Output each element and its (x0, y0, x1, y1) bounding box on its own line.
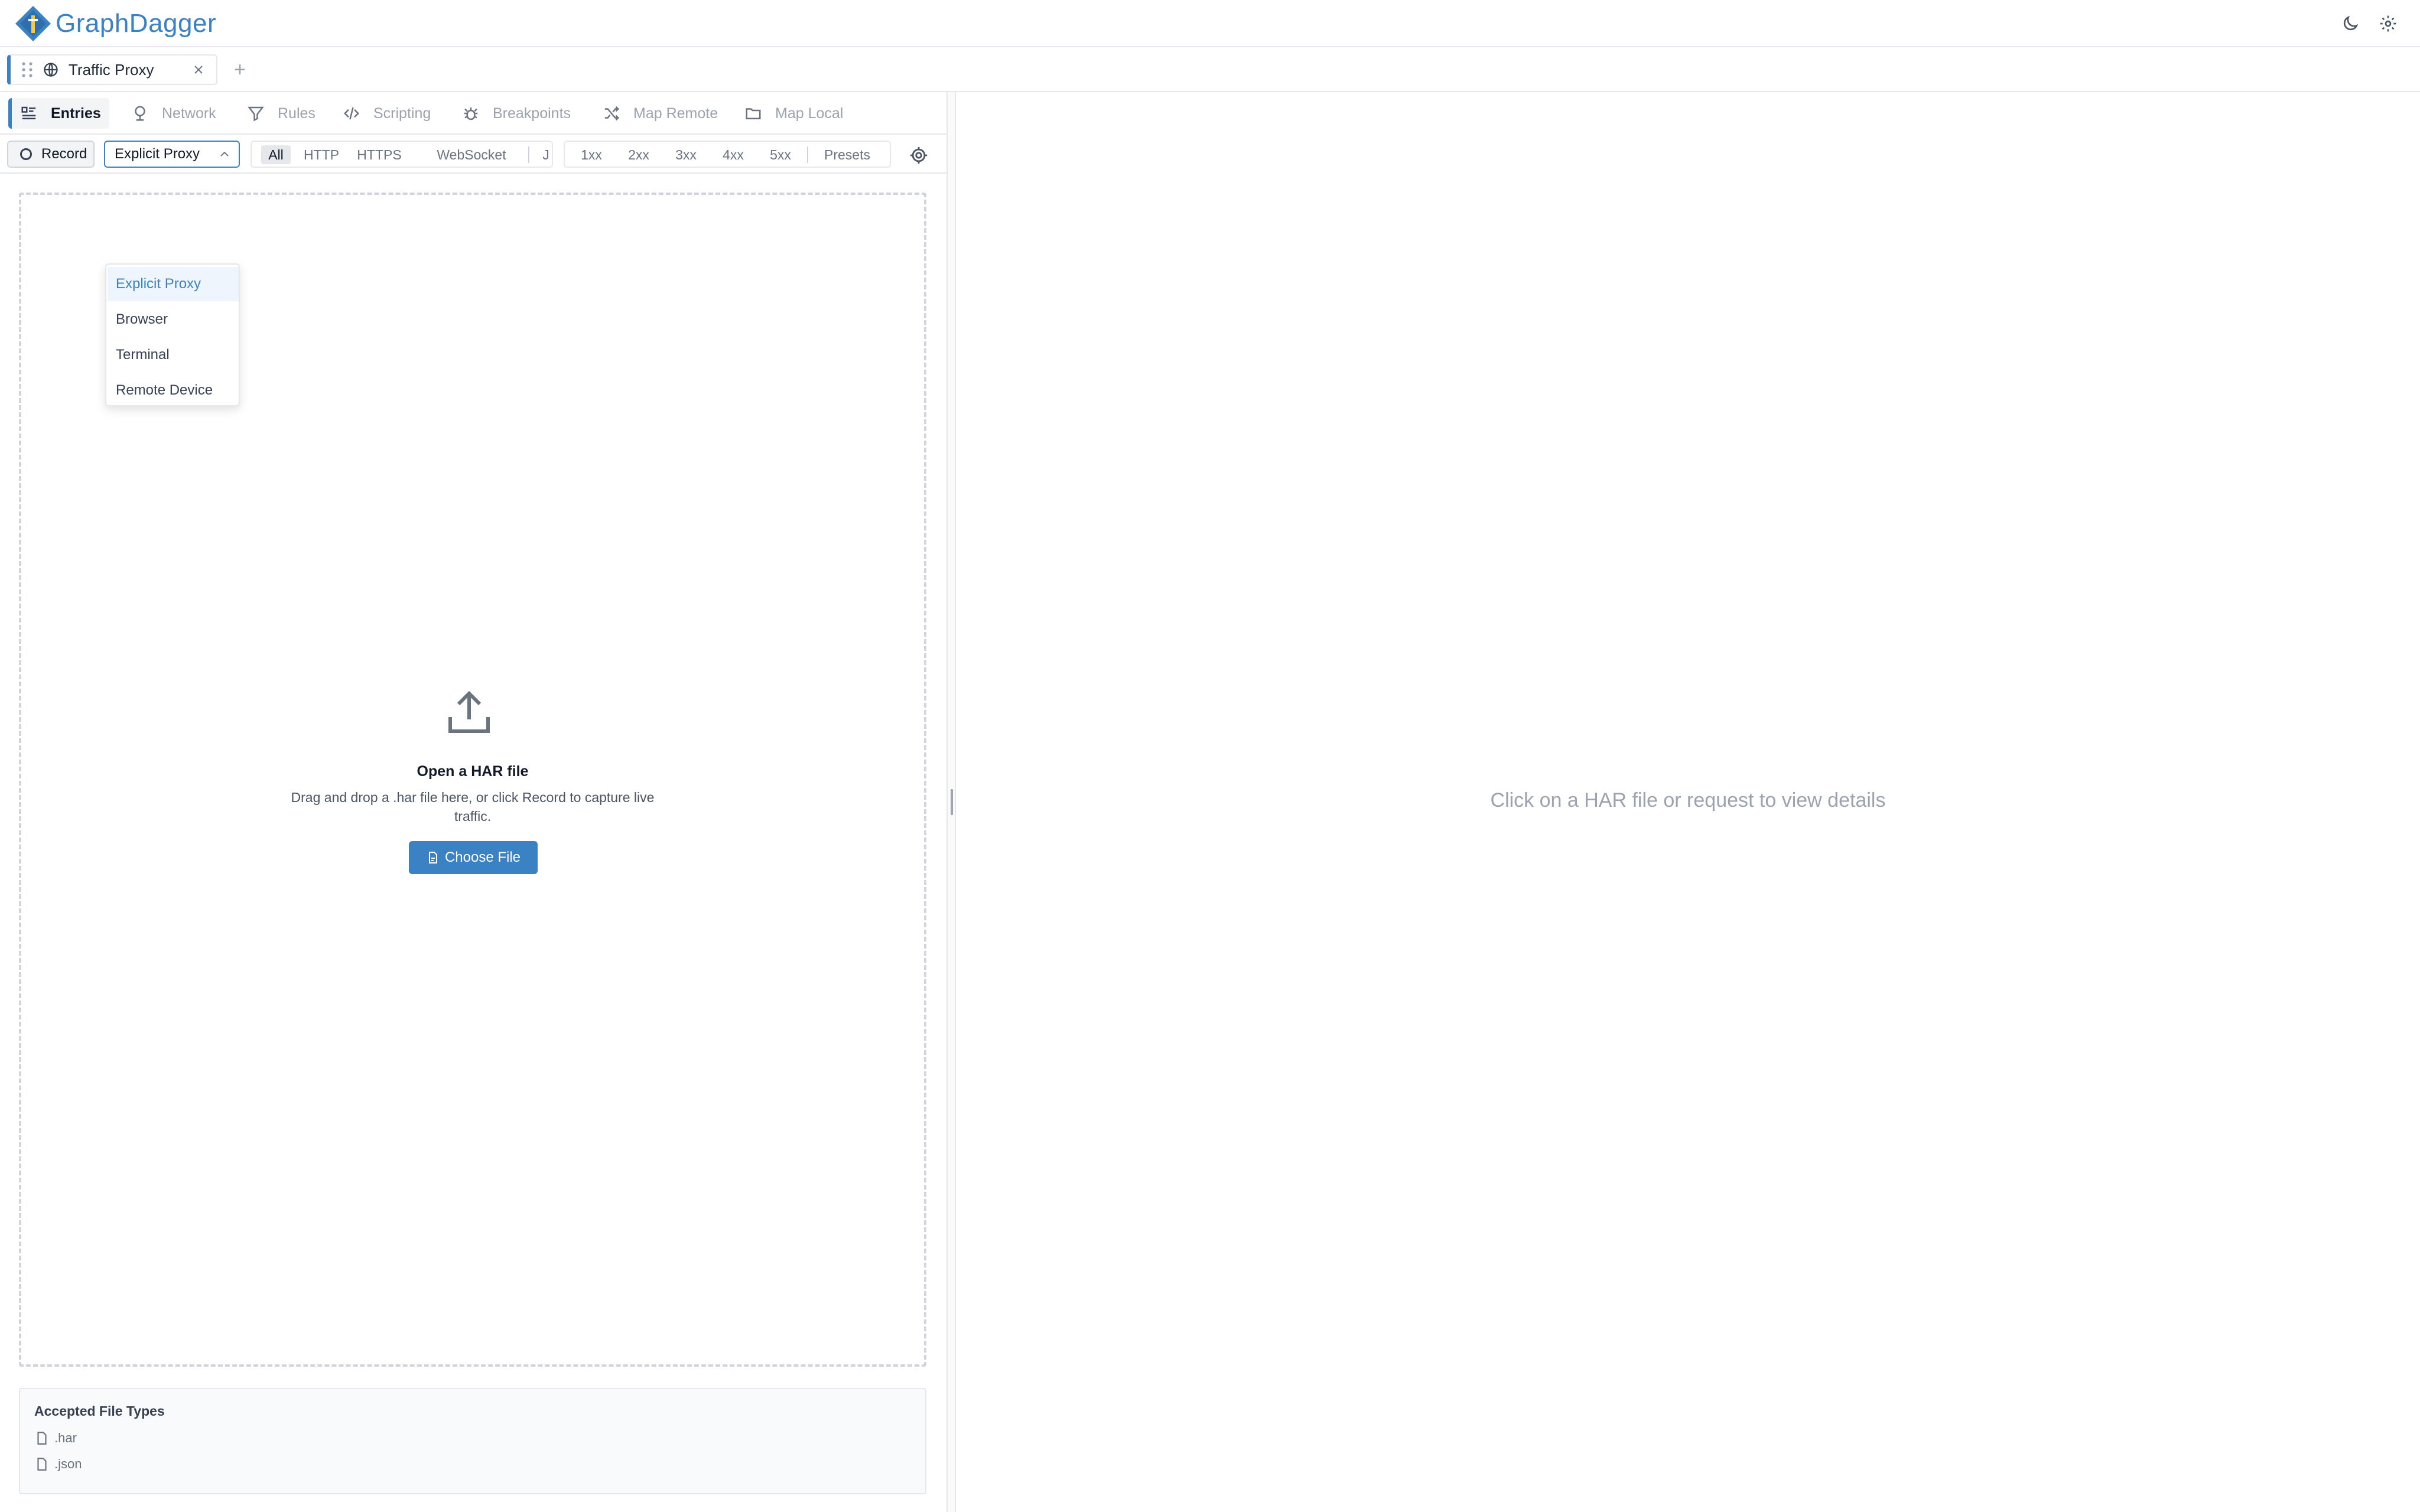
bug-icon (464, 107, 478, 120)
nav-tab-breakpoints[interactable]: Breakpoints (454, 98, 579, 129)
nav-tab-rules[interactable]: Rules (239, 98, 324, 129)
tab-traffic-proxy[interactable]: Traffic Proxy (7, 54, 217, 85)
accepted-type-item: .har (34, 1430, 77, 1446)
nav-tab-map-remote[interactable]: Map Remote (594, 98, 726, 129)
shuffle-icon (604, 106, 620, 121)
details-placeholder: Click on a HAR file or request to view d… (1490, 789, 1886, 812)
tab-strip: Traffic Proxy + (0, 48, 2420, 92)
dropdown-option-terminal[interactable]: Terminal (108, 338, 239, 372)
proxy-mode-dropdown: Explicit Proxy Browser Terminal Remote D… (105, 263, 240, 406)
dropdown-option-explicit-proxy[interactable]: Explicit Proxy (108, 267, 239, 301)
file-icon (37, 1432, 47, 1445)
nav-tab-label: Map Remote (633, 105, 718, 122)
filter-5xx[interactable]: 5xx (763, 145, 798, 164)
filter-presets[interactable]: Presets (818, 145, 877, 164)
filter-icon (248, 106, 264, 122)
chevron-up-icon (220, 151, 229, 157)
upload-icon (448, 690, 490, 733)
proxy-mode-select[interactable]: Explicit Proxy (104, 141, 240, 168)
globe-icon (44, 63, 58, 77)
folder-icon (746, 108, 761, 119)
file-icon (428, 852, 437, 863)
capture-toolbar: Record Explicit Proxy All HTTP HTTPS Web… (0, 135, 946, 174)
nav-tab-scripting[interactable]: Scripting (334, 98, 439, 129)
details-panel: Click on a HAR file or request to view d… (956, 92, 2420, 1512)
nav-tab-label: Scripting (373, 105, 431, 122)
resize-grip[interactable] (951, 789, 953, 815)
record-icon (20, 148, 32, 160)
drop-zone-title: Open a HAR file (417, 763, 529, 780)
tab-label: Traffic Proxy (69, 60, 154, 79)
app-logo[interactable]: GraphDagger (14, 4, 216, 44)
logo-icon (15, 6, 51, 41)
nav-tab-label: Entries (51, 105, 101, 122)
nav-tab-label: Network (162, 105, 216, 122)
nav-tab-entries[interactable]: Entries (8, 98, 109, 129)
protocol-filter-group: All HTTP HTTPS WebSocket J (251, 141, 553, 168)
app-title: GraphDagger (56, 9, 217, 38)
network-icon (135, 106, 145, 121)
filter-websocket[interactable]: WebSocket (432, 145, 510, 164)
status-filter-group: 1xx 2xx 3xx 4xx 5xx Presets (564, 141, 891, 168)
nav-tab-network[interactable]: Network (123, 98, 225, 129)
accepted-file-types: Accepted File Types .har .json (19, 1388, 926, 1494)
dropdown-option-remote-device[interactable]: Remote Device (108, 373, 239, 408)
filter-1xx[interactable]: 1xx (575, 145, 607, 164)
nav-tab-label: Map Local (775, 105, 844, 122)
proxy-mode-value: Explicit Proxy (115, 146, 200, 162)
accepted-title: Accepted File Types (34, 1403, 165, 1419)
filter-http[interactable]: HTTP (300, 145, 343, 164)
filter-4xx[interactable]: 4xx (716, 145, 750, 164)
choose-file-button[interactable]: Choose File (409, 841, 538, 874)
record-button[interactable]: Record (7, 141, 95, 168)
filter-3xx[interactable]: 3xx (669, 145, 703, 164)
accepted-type-label: .json (54, 1456, 82, 1471)
file-icon (37, 1458, 47, 1471)
filter-all[interactable]: All (261, 145, 291, 164)
app-header: GraphDagger (0, 0, 2420, 47)
filter-divider (528, 146, 529, 163)
traffic-panel: Entries Network Rules Scripting Breakpoi… (0, 92, 946, 1512)
close-icon[interactable] (191, 63, 206, 77)
drag-handle-icon[interactable] (21, 61, 33, 78)
theme-toggle-icon[interactable] (2338, 12, 2362, 35)
nav-tab-label: Rules (278, 105, 315, 122)
accepted-type-label: .har (54, 1430, 77, 1445)
choose-file-label: Choose File (444, 849, 521, 865)
filter-https[interactable]: HTTPS (352, 145, 406, 164)
nav-tab-map-local[interactable]: Map Local (736, 98, 851, 129)
dropdown-option-browser[interactable]: Browser (108, 302, 239, 337)
add-tab-button[interactable]: + (229, 59, 251, 80)
list-icon (21, 106, 36, 119)
nav-tab-label: Breakpoints (493, 105, 571, 122)
filter-2xx[interactable]: 2xx (622, 145, 656, 164)
record-label: Record (41, 146, 87, 162)
filter-settings-gear-icon[interactable] (909, 145, 929, 165)
code-icon (343, 107, 360, 120)
drop-zone-description: Drag and drop a .har file here, or click… (291, 790, 655, 824)
filter-divider (807, 146, 808, 163)
filter-truncated[interactable]: J (539, 145, 552, 164)
panel-nav: Entries Network Rules Scripting Breakpoi… (0, 92, 946, 135)
accepted-type-item: .json (34, 1456, 82, 1472)
settings-gear-icon[interactable] (2376, 12, 2400, 35)
panel-resize-handle[interactable] (946, 92, 956, 1512)
